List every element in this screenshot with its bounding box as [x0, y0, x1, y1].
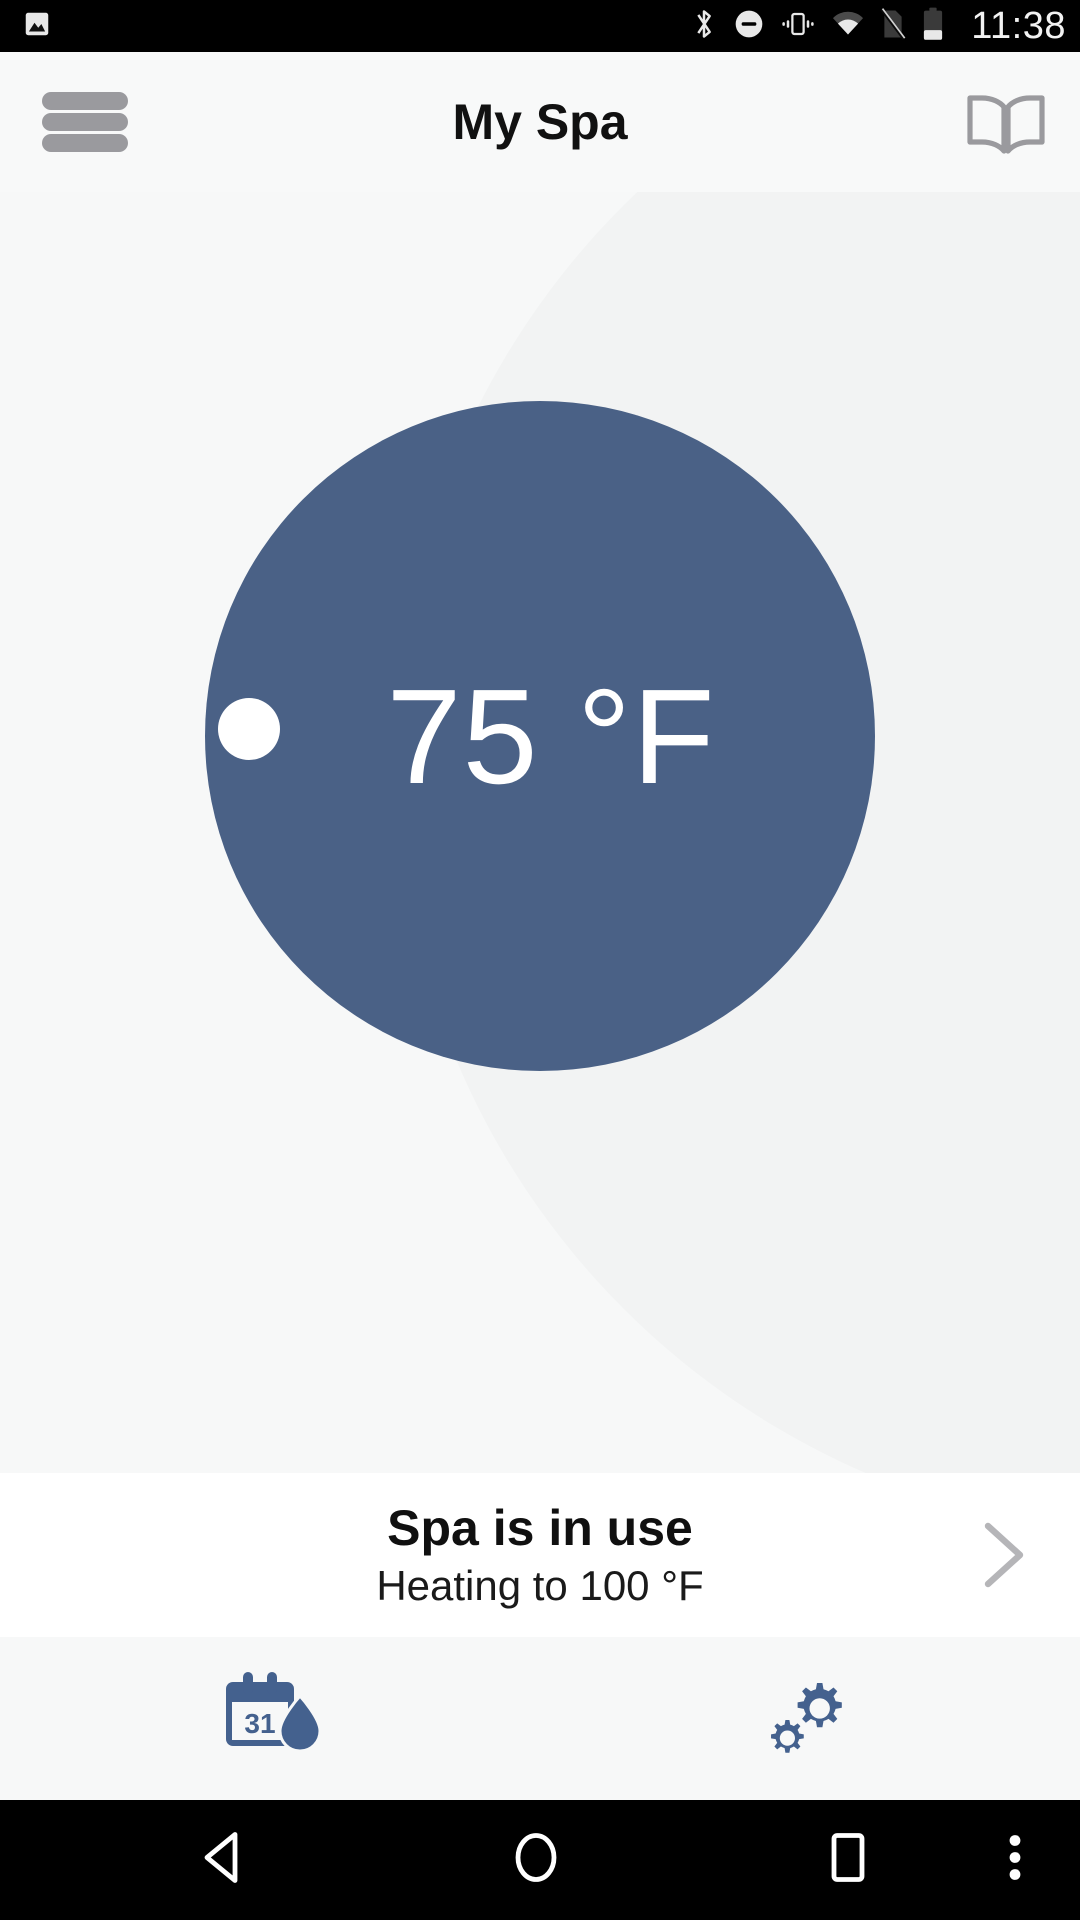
- calendar-water-drop-icon: 31: [210, 1668, 330, 1769]
- wifi-icon: [831, 9, 865, 44]
- battery-icon: [921, 7, 945, 46]
- status-bar-system-icons: 11:38: [689, 5, 1066, 48]
- app-header: My Spa: [0, 52, 1080, 192]
- page-title: My Spa: [452, 94, 628, 150]
- spa-status-card[interactable]: Spa is in use Heating to 100 °F: [0, 1473, 1080, 1637]
- bottom-tab-bar: 31: [0, 1637, 1080, 1800]
- temperature-value: 75 °F: [386, 660, 716, 812]
- gears-icon: [755, 1668, 865, 1769]
- status-bar-clock: 11:38: [971, 4, 1066, 47]
- status-bar-notifications: [22, 9, 52, 44]
- tab-water-care[interactable]: 31: [0, 1637, 540, 1800]
- phone-screen: 11:38 My Spa 75 °F Spa is in use Heating…: [0, 0, 1080, 1920]
- nav-recents-button[interactable]: [820, 1827, 876, 1894]
- nav-back-button[interactable]: [195, 1827, 257, 1894]
- temperature-dial[interactable]: 75 °F: [205, 401, 875, 1071]
- no-sim-icon: [879, 7, 907, 45]
- image-notification-icon: [22, 9, 52, 44]
- spa-status-text: Spa is in use Heating to 100 °F: [0, 1473, 1080, 1637]
- android-status-bar: 11:38: [0, 0, 1080, 52]
- spa-status-title: Spa is in use: [387, 1500, 693, 1556]
- nav-home-button[interactable]: [505, 1827, 567, 1894]
- spa-status-subtitle: Heating to 100 °F: [376, 1562, 704, 1609]
- spa-dial-area: 75 °F: [0, 192, 1080, 1473]
- temperature-dial-handle[interactable]: [218, 698, 280, 760]
- bluetooth-icon: [689, 7, 719, 46]
- do-not-disturb-icon: [733, 8, 765, 45]
- tab-settings[interactable]: [540, 1637, 1080, 1800]
- nav-overflow-button[interactable]: [995, 1827, 1035, 1894]
- android-nav-bar: [0, 1800, 1080, 1920]
- svg-text:31: 31: [244, 1708, 275, 1739]
- book-icon[interactable]: [964, 88, 1048, 160]
- vibrate-icon: [779, 9, 817, 44]
- chevron-right-icon[interactable]: [982, 1520, 1028, 1590]
